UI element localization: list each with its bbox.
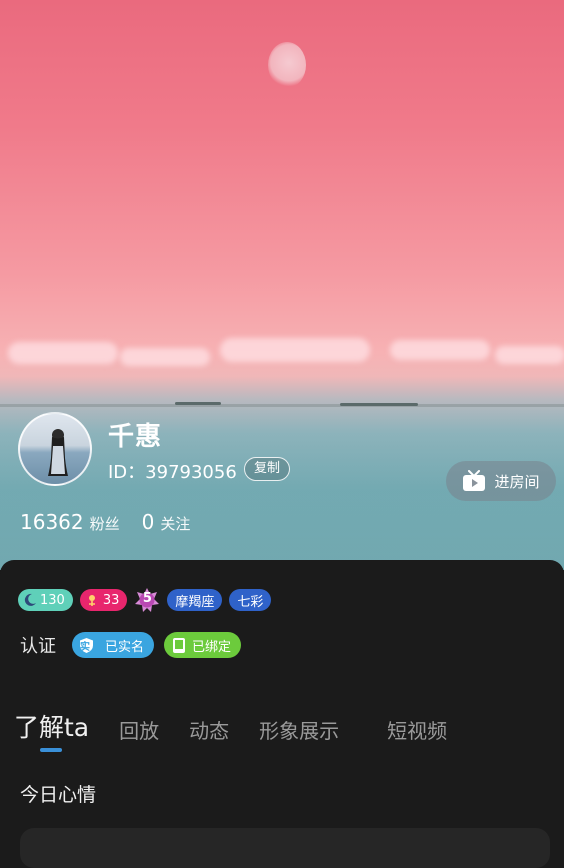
moon-level-badge[interactable]: 130 bbox=[18, 589, 73, 611]
vip-level-badge[interactable]: 5 bbox=[134, 587, 160, 613]
fans-label[interactable]: 粉丝 bbox=[90, 513, 120, 534]
avatar[interactable] bbox=[18, 412, 92, 486]
cloud bbox=[495, 346, 564, 364]
charm-level-badge[interactable]: 33 bbox=[79, 589, 128, 611]
follow-stats: 16362 粉丝 0 关注 bbox=[20, 510, 212, 534]
profile-tabs: 了解ta 回放 动态 形象展示 短视频 bbox=[14, 708, 477, 752]
flower-icon bbox=[88, 595, 95, 606]
tab-replay[interactable]: 回放 bbox=[119, 715, 159, 744]
moon-level-value: 130 bbox=[40, 592, 65, 608]
today-mood-card bbox=[20, 828, 550, 868]
zodiac-badge[interactable]: 摩羯座 bbox=[167, 589, 223, 611]
follow-label[interactable]: 关注 bbox=[160, 513, 190, 534]
real-name-badge[interactable]: 实 已实名 bbox=[72, 632, 155, 658]
phone-bound-label: 已绑定 bbox=[192, 639, 232, 655]
enter-room-button[interactable]: 进房间 bbox=[446, 461, 556, 501]
cloud bbox=[120, 348, 210, 366]
enter-room-label: 进房间 bbox=[494, 472, 540, 491]
tab-moments[interactable]: 动态 bbox=[189, 715, 229, 744]
fans-count[interactable]: 16362 bbox=[20, 510, 84, 534]
certification-row: 认证 实 已实名 已绑定 bbox=[20, 632, 242, 658]
tab-about[interactable]: 了解ta bbox=[14, 708, 89, 752]
island bbox=[175, 402, 221, 405]
real-name-label: 已实名 bbox=[105, 639, 145, 655]
tv-icon bbox=[463, 470, 486, 491]
user-name: 千惠 bbox=[108, 422, 163, 452]
today-mood-title: 今日心情 bbox=[20, 784, 97, 806]
copy-id-button[interactable]: 复制 bbox=[244, 457, 291, 481]
cloud bbox=[390, 340, 490, 360]
profile-panel: 130 33 5 摩羯座 七彩 认证 实 bbox=[0, 560, 564, 868]
phone-icon bbox=[170, 637, 187, 654]
tab-short-videos[interactable]: 短视频 bbox=[387, 715, 447, 744]
user-id: ID：39793056 bbox=[108, 462, 237, 483]
vip-level-value: 5 bbox=[142, 591, 152, 606]
badge-row: 130 33 5 摩羯座 七彩 bbox=[18, 587, 272, 613]
cloud bbox=[220, 338, 370, 362]
moon-icon bbox=[24, 593, 36, 606]
avatar-person-figure bbox=[48, 429, 68, 476]
charm-level-value: 33 bbox=[102, 592, 120, 608]
color-tag-badge[interactable]: 七彩 bbox=[229, 589, 272, 611]
cloud bbox=[8, 342, 118, 364]
moon bbox=[268, 42, 306, 88]
phone-bound-badge[interactable]: 已绑定 bbox=[164, 632, 242, 658]
certification-label: 认证 bbox=[20, 636, 56, 657]
follow-count[interactable]: 0 bbox=[142, 510, 155, 534]
tab-appearance[interactable]: 形象展示 bbox=[259, 715, 339, 744]
